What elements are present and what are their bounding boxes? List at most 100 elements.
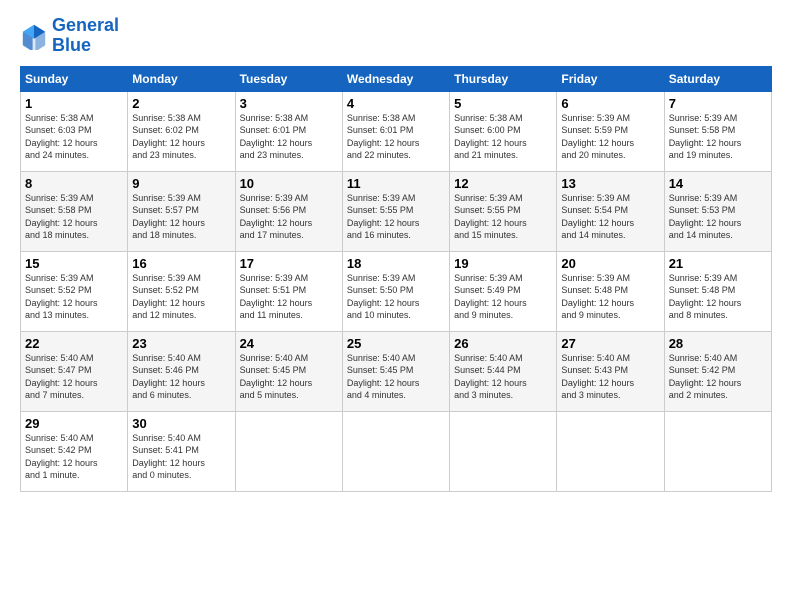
calendar-cell: 25Sunrise: 5:40 AM Sunset: 5:45 PM Dayli… bbox=[342, 331, 449, 411]
cell-info: Sunrise: 5:39 AM Sunset: 5:58 PM Dayligh… bbox=[25, 192, 123, 242]
calendar-cell: 30Sunrise: 5:40 AM Sunset: 5:41 PM Dayli… bbox=[128, 411, 235, 491]
cell-info: Sunrise: 5:39 AM Sunset: 5:48 PM Dayligh… bbox=[669, 272, 767, 322]
calendar-cell: 15Sunrise: 5:39 AM Sunset: 5:52 PM Dayli… bbox=[21, 251, 128, 331]
cell-info: Sunrise: 5:38 AM Sunset: 6:01 PM Dayligh… bbox=[347, 112, 445, 162]
day-number: 8 bbox=[25, 176, 123, 191]
calendar-cell: 17Sunrise: 5:39 AM Sunset: 5:51 PM Dayli… bbox=[235, 251, 342, 331]
day-number: 21 bbox=[669, 256, 767, 271]
week-row-3: 15 Sunrise: 5:39 AM Sunset: 5:52 PM Dayli… bbox=[21, 251, 772, 331]
cell-info: Sunrise: 5:39 AM Sunset: 5:59 PM Dayligh… bbox=[561, 112, 659, 162]
calendar-cell: 6Sunrise: 5:39 AM Sunset: 5:59 PM Daylig… bbox=[557, 91, 664, 171]
day-number: 22 bbox=[25, 336, 123, 351]
cell-info: Sunrise: 5:39 AM Sunset: 5:57 PM Dayligh… bbox=[132, 192, 230, 242]
day-number: 17 bbox=[240, 256, 338, 271]
cell-info: Sunrise: 5:39 AM Sunset: 5:56 PM Dayligh… bbox=[240, 192, 338, 242]
day-number: 20 bbox=[561, 256, 659, 271]
cell-info: Sunrise: 5:39 AM Sunset: 5:58 PM Dayligh… bbox=[669, 112, 767, 162]
day-number: 9 bbox=[132, 176, 230, 191]
day-number: 14 bbox=[669, 176, 767, 191]
day-number: 15 bbox=[25, 256, 123, 271]
weekday-header-thursday: Thursday bbox=[450, 66, 557, 91]
day-number: 10 bbox=[240, 176, 338, 191]
calendar-cell: 28Sunrise: 5:40 AM Sunset: 5:42 PM Dayli… bbox=[664, 331, 771, 411]
weekday-header-tuesday: Tuesday bbox=[235, 66, 342, 91]
cell-info: Sunrise: 5:38 AM Sunset: 6:02 PM Dayligh… bbox=[132, 112, 230, 162]
cell-info: Sunrise: 5:40 AM Sunset: 5:44 PM Dayligh… bbox=[454, 352, 552, 402]
logo-icon bbox=[20, 22, 48, 50]
cell-info: Sunrise: 5:40 AM Sunset: 5:41 PM Dayligh… bbox=[132, 432, 230, 482]
calendar-cell: 11Sunrise: 5:39 AM Sunset: 5:55 PM Dayli… bbox=[342, 171, 449, 251]
cell-info: Sunrise: 5:39 AM Sunset: 5:55 PM Dayligh… bbox=[454, 192, 552, 242]
calendar-cell: 9Sunrise: 5:39 AM Sunset: 5:57 PM Daylig… bbox=[128, 171, 235, 251]
calendar-cell bbox=[235, 411, 342, 491]
day-number: 26 bbox=[454, 336, 552, 351]
day-number: 30 bbox=[132, 416, 230, 431]
weekday-header-row: SundayMondayTuesdayWednesdayThursdayFrid… bbox=[21, 66, 772, 91]
day-number: 27 bbox=[561, 336, 659, 351]
cell-info: Sunrise: 5:39 AM Sunset: 5:48 PM Dayligh… bbox=[561, 272, 659, 322]
day-number: 4 bbox=[347, 96, 445, 111]
day-number: 23 bbox=[132, 336, 230, 351]
day-number: 25 bbox=[347, 336, 445, 351]
day-number: 12 bbox=[454, 176, 552, 191]
calendar-cell: 1Sunrise: 5:38 AM Sunset: 6:03 PM Daylig… bbox=[21, 91, 128, 171]
calendar-cell: 18Sunrise: 5:39 AM Sunset: 5:50 PM Dayli… bbox=[342, 251, 449, 331]
cell-info: Sunrise: 5:40 AM Sunset: 5:45 PM Dayligh… bbox=[240, 352, 338, 402]
day-number: 6 bbox=[561, 96, 659, 111]
cell-info: Sunrise: 5:38 AM Sunset: 6:03 PM Dayligh… bbox=[25, 112, 123, 162]
calendar-cell: 16Sunrise: 5:39 AM Sunset: 5:52 PM Dayli… bbox=[128, 251, 235, 331]
week-row-1: 1Sunrise: 5:38 AM Sunset: 6:03 PM Daylig… bbox=[21, 91, 772, 171]
calendar-cell: 24Sunrise: 5:40 AM Sunset: 5:45 PM Dayli… bbox=[235, 331, 342, 411]
week-row-5: 29Sunrise: 5:40 AM Sunset: 5:42 PM Dayli… bbox=[21, 411, 772, 491]
calendar-cell: 23Sunrise: 5:40 AM Sunset: 5:46 PM Dayli… bbox=[128, 331, 235, 411]
cell-info: Sunrise: 5:39 AM Sunset: 5:52 PM Dayligh… bbox=[132, 272, 230, 322]
calendar-cell bbox=[342, 411, 449, 491]
calendar-cell: 4Sunrise: 5:38 AM Sunset: 6:01 PM Daylig… bbox=[342, 91, 449, 171]
calendar-cell: 8Sunrise: 5:39 AM Sunset: 5:58 PM Daylig… bbox=[21, 171, 128, 251]
day-number: 2 bbox=[132, 96, 230, 111]
page: General Blue SundayMondayTuesdayWednesda… bbox=[0, 0, 792, 612]
calendar-cell: 12Sunrise: 5:39 AM Sunset: 5:55 PM Dayli… bbox=[450, 171, 557, 251]
weekday-header-monday: Monday bbox=[128, 66, 235, 91]
week-row-2: 8Sunrise: 5:39 AM Sunset: 5:58 PM Daylig… bbox=[21, 171, 772, 251]
day-number: 11 bbox=[347, 176, 445, 191]
day-number: 1 bbox=[25, 96, 123, 111]
calendar-cell: 27Sunrise: 5:40 AM Sunset: 5:43 PM Dayli… bbox=[557, 331, 664, 411]
day-number: 19 bbox=[454, 256, 552, 271]
header: General Blue bbox=[20, 16, 772, 56]
calendar-cell: 20Sunrise: 5:39 AM Sunset: 5:48 PM Dayli… bbox=[557, 251, 664, 331]
cell-info: Sunrise: 5:40 AM Sunset: 5:42 PM Dayligh… bbox=[25, 432, 123, 482]
cell-info: Sunrise: 5:40 AM Sunset: 5:42 PM Dayligh… bbox=[669, 352, 767, 402]
calendar-table: SundayMondayTuesdayWednesdayThursdayFrid… bbox=[20, 66, 772, 492]
calendar-cell: 2Sunrise: 5:38 AM Sunset: 6:02 PM Daylig… bbox=[128, 91, 235, 171]
day-number: 28 bbox=[669, 336, 767, 351]
week-row-4: 22Sunrise: 5:40 AM Sunset: 5:47 PM Dayli… bbox=[21, 331, 772, 411]
day-number: 5 bbox=[454, 96, 552, 111]
calendar-cell: 19Sunrise: 5:39 AM Sunset: 5:49 PM Dayli… bbox=[450, 251, 557, 331]
day-number: 16 bbox=[132, 256, 230, 271]
calendar-cell bbox=[450, 411, 557, 491]
day-number: 7 bbox=[669, 96, 767, 111]
cell-info: Sunrise: 5:40 AM Sunset: 5:46 PM Dayligh… bbox=[132, 352, 230, 402]
calendar-cell: 3Sunrise: 5:38 AM Sunset: 6:01 PM Daylig… bbox=[235, 91, 342, 171]
day-number: 13 bbox=[561, 176, 659, 191]
day-number: 29 bbox=[25, 416, 123, 431]
day-number: 18 bbox=[347, 256, 445, 271]
logo: General Blue bbox=[20, 16, 119, 56]
cell-info: Sunrise: 5:39 AM Sunset: 5:53 PM Dayligh… bbox=[669, 192, 767, 242]
cell-info: Sunrise: 5:38 AM Sunset: 6:01 PM Dayligh… bbox=[240, 112, 338, 162]
weekday-header-sunday: Sunday bbox=[21, 66, 128, 91]
cell-info: Sunrise: 5:40 AM Sunset: 5:45 PM Dayligh… bbox=[347, 352, 445, 402]
weekday-header-wednesday: Wednesday bbox=[342, 66, 449, 91]
day-number: 3 bbox=[240, 96, 338, 111]
cell-info: Sunrise: 5:38 AM Sunset: 6:00 PM Dayligh… bbox=[454, 112, 552, 162]
weekday-header-saturday: Saturday bbox=[664, 66, 771, 91]
calendar-cell: 21Sunrise: 5:39 AM Sunset: 5:48 PM Dayli… bbox=[664, 251, 771, 331]
calendar-cell: 10Sunrise: 5:39 AM Sunset: 5:56 PM Dayli… bbox=[235, 171, 342, 251]
cell-info: Sunrise: 5:39 AM Sunset: 5:55 PM Dayligh… bbox=[347, 192, 445, 242]
cell-info: Sunrise: 5:40 AM Sunset: 5:43 PM Dayligh… bbox=[561, 352, 659, 402]
cell-info: Sunrise: 5:39 AM Sunset: 5:54 PM Dayligh… bbox=[561, 192, 659, 242]
cell-info: Sunrise: 5:39 AM Sunset: 5:50 PM Dayligh… bbox=[347, 272, 445, 322]
calendar-cell: 22Sunrise: 5:40 AM Sunset: 5:47 PM Dayli… bbox=[21, 331, 128, 411]
calendar-cell: 5Sunrise: 5:38 AM Sunset: 6:00 PM Daylig… bbox=[450, 91, 557, 171]
